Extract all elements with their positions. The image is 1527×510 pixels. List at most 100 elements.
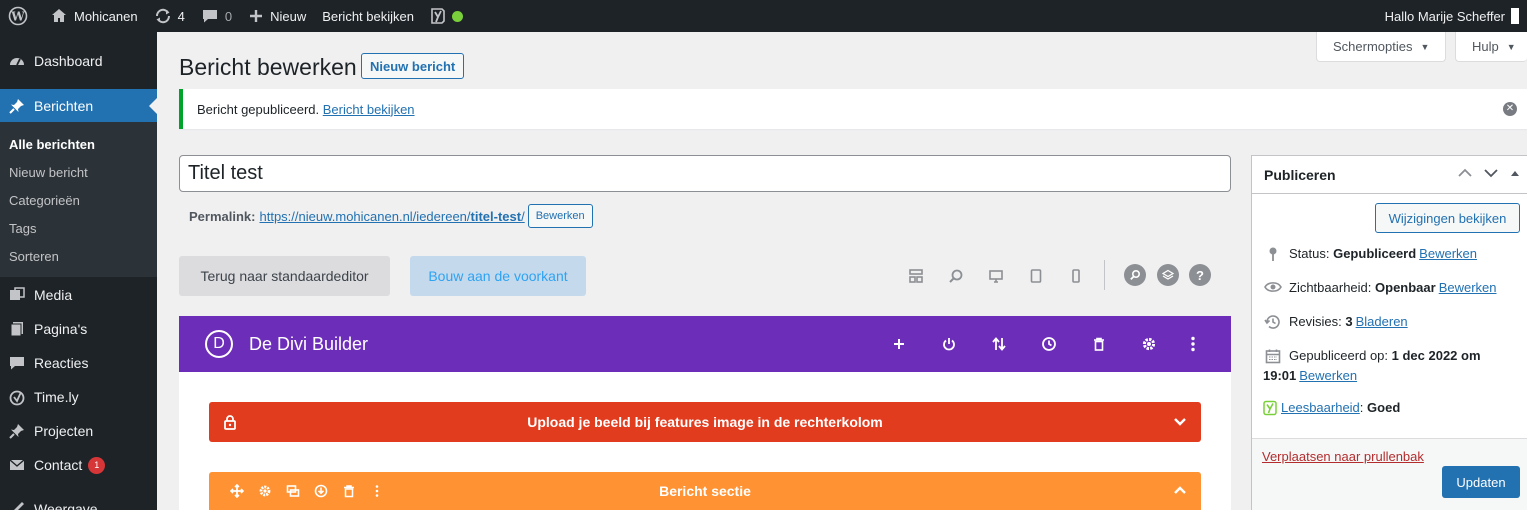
published-label: Gepubliceerd op: [1289, 348, 1389, 363]
visibility-label: Zichtbaarheid: [1289, 280, 1372, 295]
history-icon[interactable] [1039, 334, 1059, 354]
visibility-value: Openbaar [1375, 280, 1436, 295]
tablet-view-icon[interactable] [1016, 268, 1056, 284]
envelope-icon [9, 459, 25, 470]
revisions-browse-link[interactable]: Bladeren [1356, 314, 1408, 329]
preview-changes-button[interactable]: Wijzigingen bekijken [1375, 203, 1520, 233]
chevron-down-icon[interactable] [1484, 168, 1498, 178]
submenu-sort[interactable]: Sorteren [9, 249, 59, 264]
move-icon[interactable] [223, 484, 251, 498]
permalink-label: Permalink: [189, 208, 256, 224]
home-icon [52, 9, 66, 22]
permalink-trailing: / [521, 208, 525, 224]
power-icon[interactable] [939, 334, 959, 354]
help-button[interactable]: Hulp ▼ [1455, 32, 1527, 62]
status-label: Status: [1289, 246, 1330, 261]
phone-view-icon[interactable] [1056, 268, 1096, 284]
wireframe-view-icon[interactable] [896, 268, 936, 284]
build-on-front-end-button[interactable]: Bouw aan de voorkant [410, 256, 586, 296]
zoom-view-icon[interactable] [936, 268, 976, 284]
chevron-up-icon[interactable] [1173, 484, 1187, 498]
published-edit-link[interactable]: Bewerken [1299, 368, 1357, 383]
screen-options-label: Schermopties [1333, 39, 1413, 54]
permalink-edit-button[interactable]: Bewerken [527, 204, 593, 228]
chevron-down-icon[interactable] [1173, 414, 1187, 428]
status-value: Gepubliceerd [1333, 246, 1417, 261]
view-post-link[interactable]: Bericht bekijken [314, 0, 422, 32]
revisions-count: 3 [1345, 314, 1353, 329]
published-time-row: 19:01 Bewerken [1263, 366, 1357, 386]
desktop-view-icon[interactable] [976, 268, 1016, 284]
settings-gear-icon[interactable] [1139, 334, 1159, 354]
new-content-link[interactable]: Nieuw [240, 0, 314, 32]
collapse-toggle-icon[interactable] [1510, 169, 1520, 177]
published-time: 19:01 [1263, 368, 1297, 383]
posts-submenu: Alle berichten Nieuw bericht Categorieën… [0, 122, 157, 277]
sidebar-label-appearance: Weergave [34, 501, 98, 510]
divi-builder-header: D De Divi Builder [179, 316, 1231, 372]
avatar [1511, 8, 1519, 24]
sidebar-item-pages[interactable]: Pagina's [0, 312, 157, 346]
publish-box-header: Publiceren [1252, 156, 1527, 194]
revisions-label: Revisies: [1289, 314, 1342, 329]
comments-count: 0 [224, 8, 233, 24]
section-settings-icon[interactable] [251, 484, 279, 498]
search-icon[interactable] [1124, 264, 1146, 286]
sidebar-item-timely[interactable]: Time.ly [0, 380, 157, 414]
status-edit-link[interactable]: Bewerken [1419, 246, 1477, 261]
wordpress-logo-button[interactable]: W [0, 0, 42, 32]
published-date: 1 dec 2022 om [1391, 348, 1481, 363]
save-to-library-icon[interactable] [307, 484, 335, 498]
locked-section-label: Upload je beeld bij features image in de… [527, 414, 883, 430]
back-to-standard-editor-button[interactable]: Terug naar standaardeditor [179, 256, 390, 296]
screen-options-button[interactable]: Schermopties ▼ [1316, 32, 1446, 62]
submenu-categories[interactable]: Categorieën [9, 193, 80, 208]
updates-count: 4 [177, 8, 185, 24]
site-name: Mohicanen [74, 8, 138, 24]
sidebar-item-projects[interactable]: Projecten [0, 414, 157, 448]
update-button[interactable]: Updaten [1442, 466, 1520, 498]
readability-link[interactable]: Leesbaarheid [1281, 400, 1360, 415]
sidebar-item-appearance[interactable]: Weergave [0, 492, 157, 510]
sidebar-item-posts[interactable]: Berichten [0, 89, 157, 123]
sidebar-item-media[interactable]: Media [0, 278, 157, 312]
section-more-icon[interactable] [363, 484, 391, 498]
divi-builder-title: De Divi Builder [249, 334, 369, 354]
trash-icon[interactable] [1089, 334, 1109, 354]
sidebar-item-contact[interactable]: Contact 1 [0, 448, 157, 482]
sidebar-label-media: Media [34, 287, 73, 303]
timely-icon [9, 390, 25, 406]
post-section-label: Bericht sectie [659, 483, 751, 499]
help-icon[interactable]: ? [1189, 264, 1211, 286]
submenu-all-posts[interactable]: Alle berichten [9, 137, 95, 152]
add-new-post-button[interactable]: Nieuw bericht [361, 53, 465, 79]
comments-link[interactable]: 0 [193, 0, 240, 32]
sidebar-item-comments[interactable]: Reacties [0, 346, 157, 380]
site-name-link[interactable]: Mohicanen [42, 0, 146, 32]
layers-icon[interactable] [1157, 264, 1179, 286]
permalink-link[interactable]: https://nieuw.mohicanen.nl/iedereen/tite… [259, 209, 524, 224]
notice-view-post-link[interactable]: Bericht bekijken [323, 102, 415, 117]
yoast-menu[interactable] [422, 0, 471, 32]
pin-icon [9, 424, 24, 439]
sort-icon[interactable] [989, 334, 1009, 354]
more-options-icon[interactable] [1183, 334, 1203, 354]
duplicate-icon[interactable] [279, 484, 307, 498]
submenu-new-post[interactable]: Nieuw bericht [9, 165, 88, 180]
add-icon[interactable] [889, 334, 909, 354]
delete-section-icon[interactable] [335, 484, 363, 498]
my-account-link[interactable]: Hallo Marije Scheffer [1385, 0, 1519, 32]
locked-section[interactable]: Upload je beeld bij features image in de… [209, 402, 1201, 442]
dismiss-icon[interactable]: ✕ [1503, 102, 1517, 116]
sidebar-item-dashboard[interactable]: Dashboard [0, 44, 157, 78]
eye-icon [1263, 278, 1283, 294]
toolbar-divider [1104, 260, 1105, 290]
chevron-up-icon[interactable] [1458, 168, 1472, 178]
updates-link[interactable]: 4 [146, 0, 193, 32]
sidebar-label-contact: Contact [34, 457, 83, 473]
submenu-tags[interactable]: Tags [9, 221, 36, 236]
post-title-input[interactable]: Titel test [179, 155, 1231, 192]
visibility-edit-link[interactable]: Bewerken [1439, 280, 1497, 295]
move-to-trash-link[interactable]: Verplaatsen naar prullenbak [1262, 449, 1424, 464]
post-section[interactable]: Bericht sectie [209, 472, 1201, 510]
